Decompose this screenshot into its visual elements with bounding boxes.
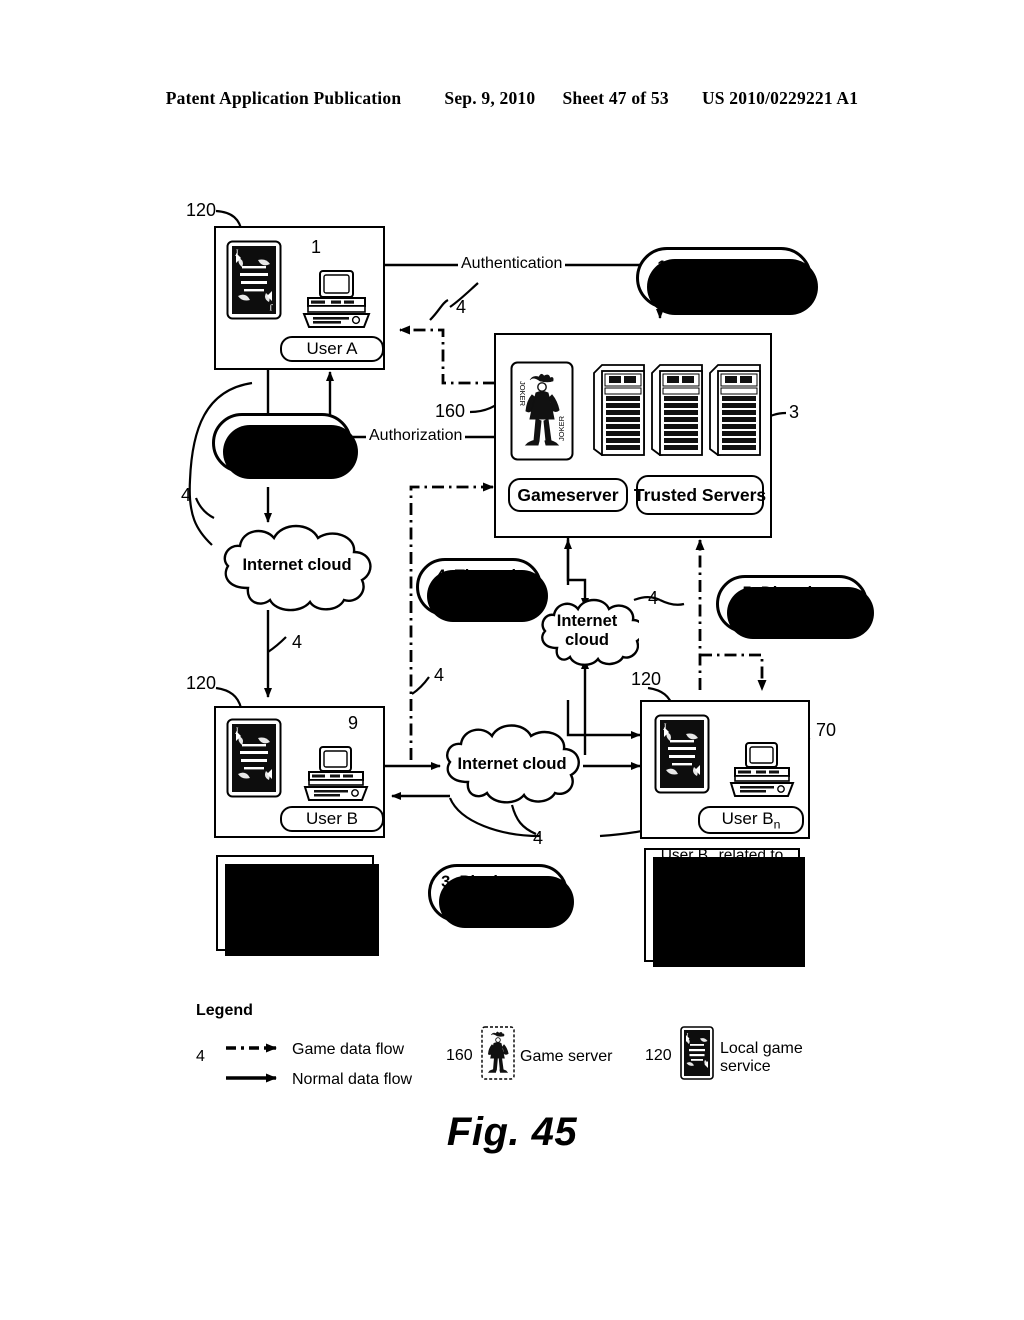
legend-title: Legend (196, 1002, 253, 1019)
ref-120-user-bn: 120 (631, 669, 662, 689)
desktop-computer-icon (298, 270, 374, 332)
legend-game-data-flow-label: Game data flow (292, 1041, 405, 1058)
legend-playing-card-icon: J (680, 1026, 714, 1080)
legend-local-game-service-label: Local game service (720, 1040, 803, 1076)
callout-step-4-line1: 4. Through (436, 567, 522, 586)
callout-step-2-line1: 2. Trusted (243, 423, 321, 442)
gameserver-label[interactable]: Gameserver (508, 478, 628, 512)
ref-1-computer-a: 1 (311, 237, 322, 257)
note-user-b-trusted-peer: User B is a trusted peer of User A and t… (216, 855, 379, 956)
callout-step-1-line2: and authorization (655, 278, 793, 296)
callout-step-2-trusted-peer[interactable]: 2. Trusted peer playing (212, 413, 358, 479)
desktop-computer-icon (726, 742, 798, 800)
ref-3-trusted-servers: 3 (789, 402, 800, 422)
callout-step-2-line2: peer playing (233, 443, 331, 461)
ref-4-proxy: 4 (434, 665, 445, 685)
ref-4-auth-flow: 4 (456, 297, 467, 317)
legend-game-server-label: Game server (520, 1048, 613, 1065)
ref-4-mid-cloud: 4 (648, 588, 659, 608)
edge-label-authorization: Authorization (366, 427, 466, 445)
ref-9-computer-b: 9 (348, 713, 359, 733)
svg-text:JOKER: JOKER (518, 381, 527, 407)
callout-step-5-direct-game-server[interactable]: 5. Directly to a game server (716, 575, 874, 639)
header-docnum: US 2010/0229221 A1 (701, 88, 859, 108)
ref-4-bottom-cloud: 4 (533, 828, 544, 848)
callout-step-4-through-proxy[interactable]: 4. Through a proxy (416, 558, 548, 622)
server-rack-group (592, 363, 762, 459)
legend-normal-data-flow-label: Normal data flow (292, 1071, 413, 1088)
trusted-servers-label-text: Trusted Servers (633, 484, 767, 505)
svg-text:J: J (269, 302, 273, 312)
internet-cloud-left-icon (212, 518, 382, 614)
legend-ref-160: 160 (446, 1047, 473, 1064)
user-bn-label: User Bn (698, 806, 804, 834)
figure-caption: Fig. 45 (446, 1110, 578, 1154)
trusted-servers-label[interactable]: Trusted Servers (633, 475, 767, 515)
user-a-label: User A (280, 336, 384, 362)
callout-step-1-authentication[interactable]: 1. Authentication and authorization (636, 247, 818, 315)
legend-ref-4: 4 (196, 1048, 205, 1065)
user-b-label: User B (280, 806, 384, 832)
edge-label-authentication: Authentication (458, 255, 566, 273)
internet-cloud-mid-icon (535, 594, 639, 668)
desktop-computer-icon (300, 746, 372, 804)
ref-120-user-a: 120 (186, 200, 217, 220)
user-a-local-game-service-box[interactable]: J J User A (214, 226, 385, 370)
trusted-servers-box[interactable]: JOKER JOKER Gameserver Trusted Servers (494, 333, 772, 538)
callout-step-3-playing-as-group[interactable]: 3. Playing as a group (428, 864, 574, 928)
callout-step-5-line2: a game server (736, 604, 848, 622)
user-b-local-game-service-box[interactable]: J User B (214, 706, 385, 838)
playing-card-icon: J J (226, 240, 282, 320)
note-user-bn-text: User Bn related to User B by n degrees o… (659, 846, 785, 962)
user-bn-label-text: User Bn (721, 808, 781, 832)
callout-step-4-line2: a proxy (449, 587, 509, 605)
joker-card-icon: JOKER JOKER (510, 361, 574, 461)
legend-arrow-icons (226, 1043, 277, 1083)
svg-text:JOKER: JOKER (557, 415, 566, 441)
gameserver-label-text: Gameserver (517, 484, 619, 505)
legend-ref-120: 120 (645, 1047, 672, 1064)
legend-joker-card-icon (481, 1026, 515, 1080)
user-b-label-text: User B (306, 809, 358, 828)
header-sheet: Sheet 47 of 53 (562, 88, 669, 108)
callout-step-3-line1: 3. Playing as a (441, 873, 555, 892)
callout-step-5-line1: 5. Directly to (742, 584, 842, 603)
user-a-label-text: User A (306, 339, 358, 358)
ref-70-user-bn-box: 70 (816, 720, 837, 740)
note-user-bn-degrees: User Bn related to User B by n degrees o… (644, 846, 805, 967)
ref-4-left-cloud: 4 (292, 632, 303, 652)
playing-card-icon: J (654, 714, 710, 794)
header-publication: Patent Application Publication (165, 88, 402, 108)
page-header: Patent Application Publication Sep. 9, 2… (0, 88, 1024, 109)
note-user-b-text: User B is a trusted peer of User A and t… (231, 865, 359, 939)
callout-step-1-line1: 1. Authentication (657, 258, 791, 277)
callout-step-3-line2: group (474, 893, 522, 911)
playing-card-icon: J (226, 718, 282, 798)
header-date: Sep. 9, 2010 (444, 88, 536, 108)
ref-120-user-b: 120 (186, 673, 217, 693)
user-bn-subscript: n (773, 817, 781, 832)
ref-4-left-peer: 4 (181, 485, 192, 505)
ref-160-gameserver-card: 160 (435, 401, 466, 421)
user-bn-local-game-service-box[interactable]: J User Bn (640, 700, 810, 839)
internet-cloud-bottom-icon (436, 718, 588, 806)
